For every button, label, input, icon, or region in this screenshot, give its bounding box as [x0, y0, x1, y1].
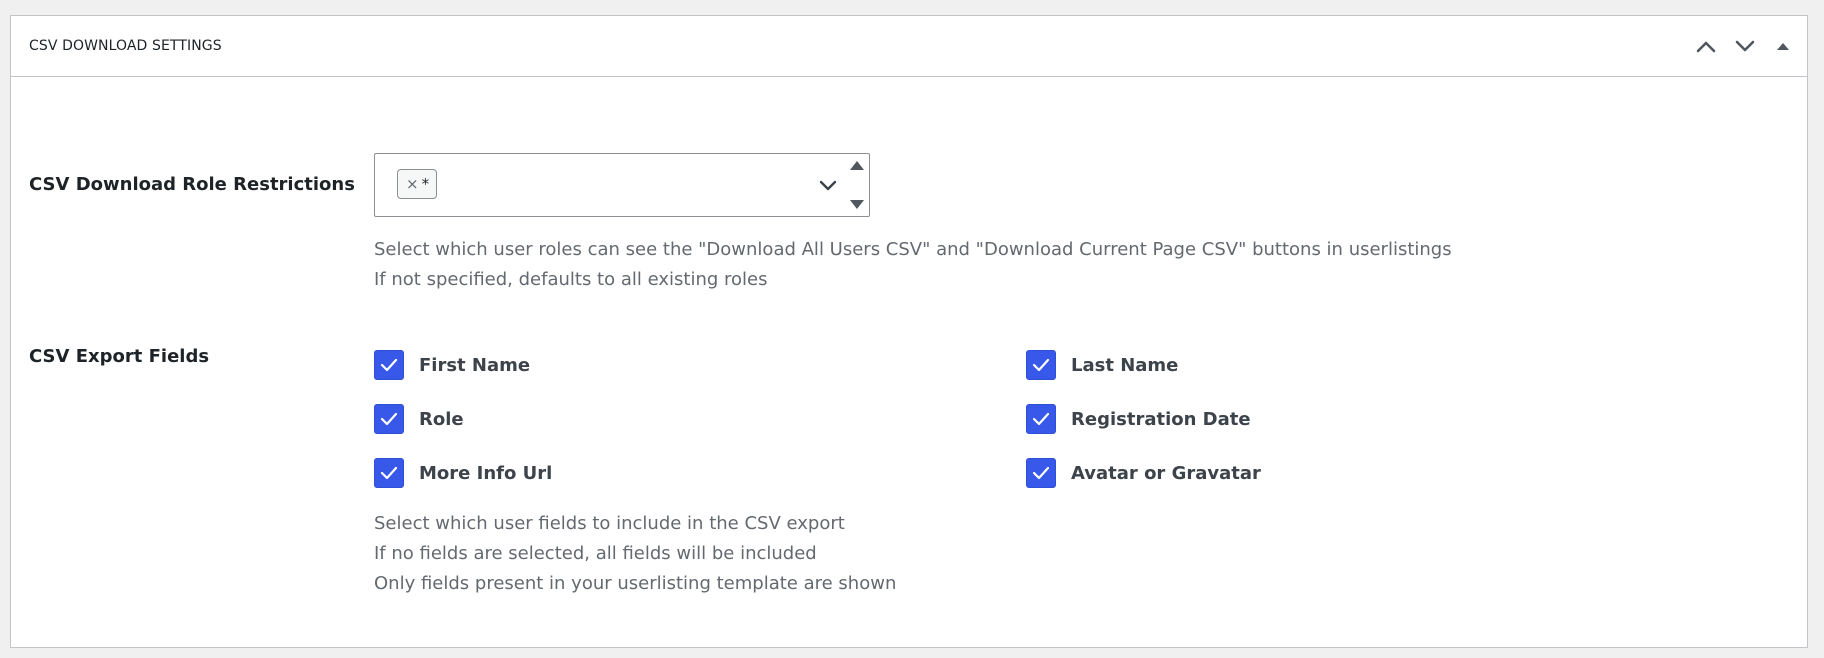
checkmark-icon: [1032, 412, 1050, 426]
first-name-label: First Name: [419, 354, 531, 376]
last-name-checkbox[interactable]: [1026, 350, 1056, 380]
chevron-up-icon: [1696, 41, 1716, 53]
select-open-chevron[interactable]: [819, 176, 837, 195]
chevron-down-icon: [819, 180, 837, 191]
checkmark-icon: [380, 412, 398, 426]
selected-role-tag: × *: [397, 169, 438, 199]
first-name-checkbox[interactable]: [374, 350, 404, 380]
role-restrictions-label: CSV Download Role Restrictions: [29, 174, 355, 195]
field-avatar-or-gravatar[interactable]: Avatar or Gravatar: [1026, 458, 1261, 488]
field-registration-date[interactable]: Registration Date: [1026, 404, 1251, 434]
checkmark-icon: [1032, 466, 1050, 480]
help-line: If not specified, defaults to all existi…: [374, 269, 768, 290]
export-fields-label: CSV Export Fields: [29, 346, 210, 367]
csv-download-settings-panel: CSV DOWNLOAD SETTINGS CSV Download Role …: [10, 15, 1808, 648]
role-restrictions-select[interactable]: × *: [374, 153, 870, 217]
help-line: If no fields are selected, all fields wi…: [374, 543, 817, 564]
checkmark-icon: [380, 358, 398, 372]
registration-date-checkbox[interactable]: [1026, 404, 1056, 434]
avatar-or-gravatar-label: Avatar or Gravatar: [1071, 462, 1261, 484]
move-down-button[interactable]: [1729, 30, 1761, 62]
role-checkbox[interactable]: [374, 404, 404, 434]
triangle-up-icon: [1777, 43, 1789, 50]
export-fields-help: Select which user fields to include in t…: [374, 509, 896, 599]
role-label: Role: [419, 408, 464, 430]
panel-title: CSV DOWNLOAD SETTINGS: [29, 38, 222, 54]
more-info-url-checkbox[interactable]: [374, 458, 404, 488]
help-line: Select which user roles can see the "Dow…: [374, 239, 1452, 260]
role-restrictions-help: Select which user roles can see the "Dow…: [374, 235, 1452, 295]
help-line: Select which user fields to include in t…: [374, 513, 845, 534]
remove-tag-icon[interactable]: ×: [406, 175, 419, 193]
move-up-button[interactable]: [1690, 30, 1722, 62]
field-first-name[interactable]: First Name: [374, 350, 530, 380]
scroll-down-arrow-icon[interactable]: [849, 199, 865, 211]
scroll-up-arrow-icon[interactable]: [849, 159, 865, 171]
last-name-label: Last Name: [1071, 354, 1179, 376]
checkmark-icon: [380, 466, 398, 480]
registration-date-label: Registration Date: [1071, 408, 1251, 430]
checkmark-icon: [1032, 358, 1050, 372]
chevron-down-icon: [1735, 40, 1755, 52]
toggle-panel-button[interactable]: [1767, 30, 1799, 62]
field-last-name[interactable]: Last Name: [1026, 350, 1178, 380]
panel-header: CSV DOWNLOAD SETTINGS: [11, 16, 1807, 77]
field-more-info-url[interactable]: More Info Url: [374, 458, 552, 488]
more-info-url-label: More Info Url: [419, 462, 553, 484]
field-role[interactable]: Role: [374, 404, 464, 434]
selected-role-value: *: [421, 175, 430, 193]
avatar-or-gravatar-checkbox[interactable]: [1026, 458, 1056, 488]
help-line: Only fields present in your userlisting …: [374, 573, 897, 594]
